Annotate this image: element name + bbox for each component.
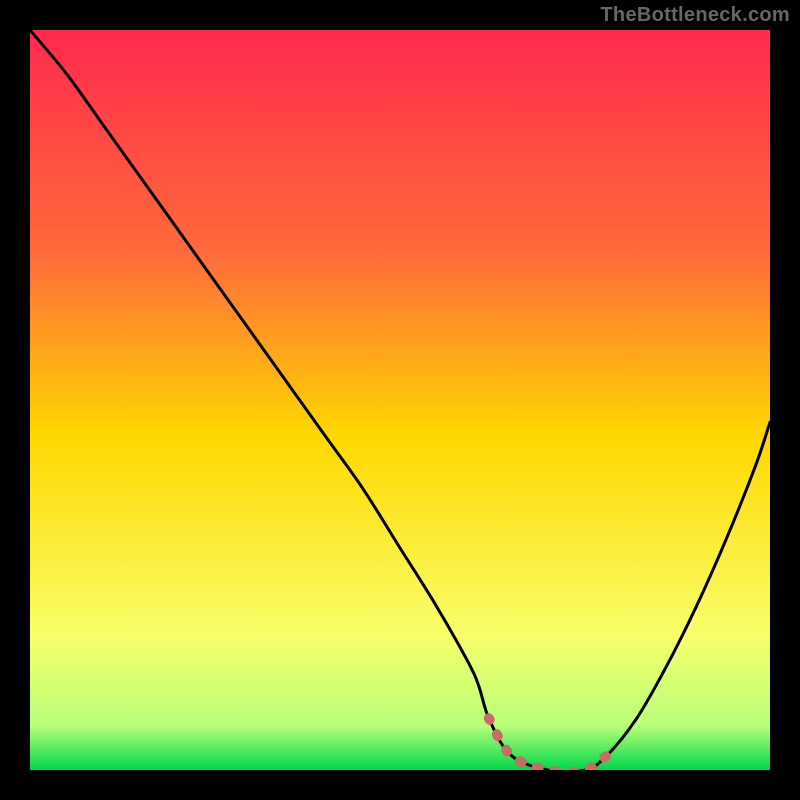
bottleneck-chart [30, 30, 770, 770]
plot-area [30, 30, 770, 770]
gradient-background [30, 30, 770, 770]
watermark-text: TheBottleneck.com [600, 4, 790, 27]
chart-frame: TheBottleneck.com [0, 0, 800, 800]
